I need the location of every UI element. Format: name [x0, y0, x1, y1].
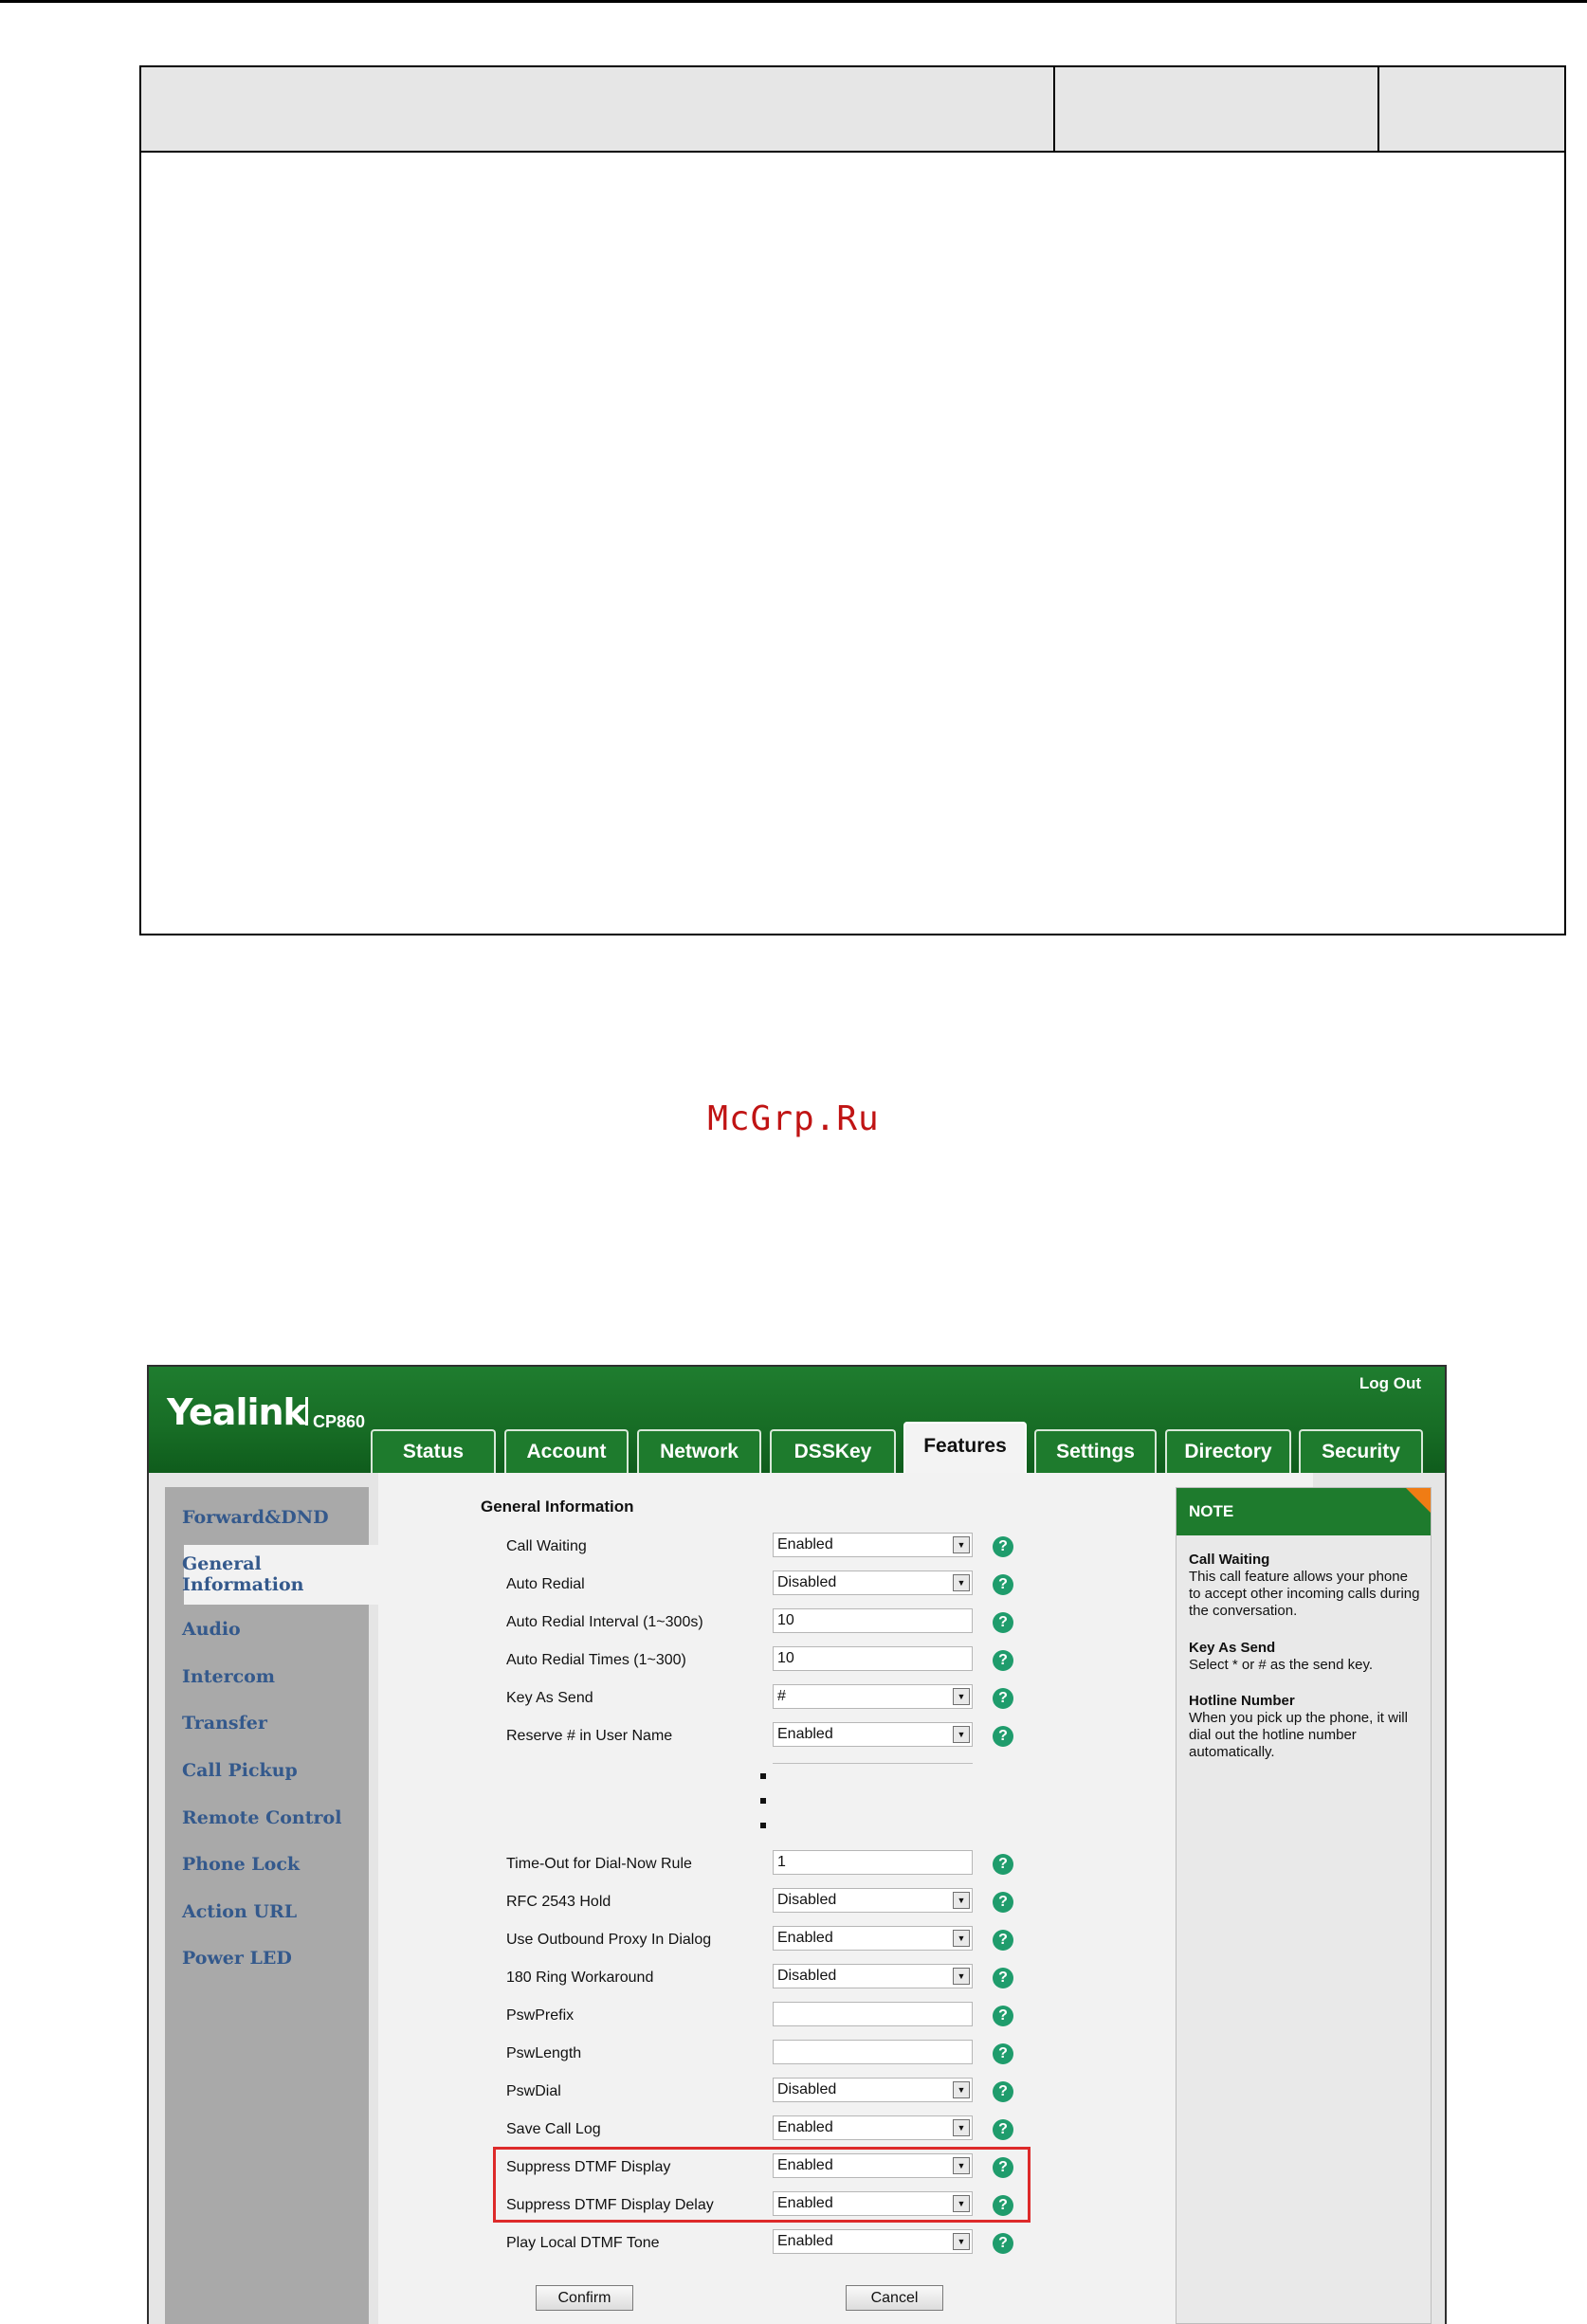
auto-redial-times-input[interactable]: 10 — [773, 1646, 973, 1671]
highlight-box — [493, 2147, 1031, 2223]
auto-redial-interval-input[interactable]: 10 — [773, 1608, 973, 1633]
note-block-text: Select * or # as the send key. — [1189, 1657, 1373, 1673]
table-header-row — [141, 67, 1564, 153]
setting-label: Time-Out for Dial-Now Rule — [506, 1856, 692, 1872]
dropdown-arrow-icon: ▼ — [953, 1930, 970, 1947]
dropdown-arrow-icon: ▼ — [953, 1726, 970, 1743]
section-title: General Information — [481, 1498, 634, 1516]
table-body — [141, 153, 1564, 934]
dropdown-arrow-icon: ▼ — [953, 2081, 970, 2098]
auto-redial-select[interactable]: Disabled ▼ — [773, 1571, 973, 1595]
note-block-title: Key As Send — [1189, 1640, 1276, 1656]
ellipsis-dot — [760, 1773, 766, 1779]
setting-label: Play Local DTMF Tone — [506, 2235, 660, 2251]
call-waiting-select[interactable]: Enabled ▼ — [773, 1533, 973, 1557]
note-block-text: When you pick up the phone, it will dial… — [1189, 1710, 1408, 1760]
tab-features[interactable]: Features — [903, 1422, 1027, 1475]
dropdown-arrow-icon: ▼ — [953, 1536, 970, 1553]
note-block-title: Hotline Number — [1189, 1693, 1295, 1709]
watermark: McGrp.Ru — [707, 1099, 880, 1138]
rfc2543-hold-select[interactable]: Disabled ▼ — [773, 1888, 973, 1913]
help-icon[interactable]: ? — [993, 2119, 1013, 2140]
help-icon[interactable]: ? — [993, 2233, 1013, 2254]
tab-status[interactable]: Status — [371, 1429, 496, 1473]
table-header-cell — [141, 67, 1055, 151]
ellipsis-dot — [760, 1798, 766, 1804]
help-icon[interactable]: ? — [993, 1892, 1013, 1913]
dropdown-arrow-icon: ▼ — [953, 1688, 970, 1705]
setting-label: Save Call Log — [506, 2121, 601, 2137]
confirm-button[interactable]: Confirm — [536, 2285, 633, 2311]
separator — [773, 1763, 973, 1764]
ring-workaround-select[interactable]: Disabled ▼ — [773, 1964, 973, 1988]
note-block: Key As Send Select * or # as the send ke… — [1189, 1640, 1421, 1674]
tab-account[interactable]: Account — [504, 1429, 629, 1473]
help-icon[interactable]: ? — [993, 1574, 1013, 1595]
setting-label: PswLength — [506, 2045, 582, 2061]
dropdown-arrow-icon: ▼ — [953, 2119, 970, 2136]
setting-label: Call Waiting — [506, 1538, 587, 1554]
help-icon[interactable]: ? — [993, 2043, 1013, 2064]
tab-security[interactable]: Security — [1299, 1429, 1423, 1473]
key-as-send-select[interactable]: # ▼ — [773, 1684, 973, 1709]
dropdown-arrow-icon: ▼ — [953, 1892, 970, 1909]
help-icon[interactable]: ? — [993, 1968, 1013, 1988]
help-icon[interactable]: ? — [993, 2081, 1013, 2102]
help-icon[interactable]: ? — [993, 1854, 1013, 1875]
cancel-button[interactable]: Cancel — [846, 2285, 943, 2311]
sidebar-item-call-pickup[interactable]: Call Pickup — [182, 1760, 298, 1781]
main-tabs: Status Account Network DSSKey Features S… — [149, 1367, 1445, 1475]
outbound-proxy-select[interactable]: Enabled ▼ — [773, 1926, 973, 1951]
help-icon[interactable]: ? — [993, 1536, 1013, 1557]
setting-label: Key As Send — [506, 1690, 593, 1706]
tab-directory[interactable]: Directory — [1165, 1429, 1291, 1473]
help-icon[interactable]: ? — [993, 1726, 1013, 1747]
psw-prefix-input[interactable] — [773, 2002, 973, 2026]
help-icon[interactable]: ? — [993, 1688, 1013, 1709]
help-icon[interactable]: ? — [993, 2006, 1013, 2026]
note-block: Call Waiting This call feature allows yo… — [1189, 1552, 1421, 1620]
tab-settings[interactable]: Settings — [1034, 1429, 1157, 1473]
dropdown-arrow-icon: ▼ — [953, 1574, 970, 1591]
sidebar-item-remote-control[interactable]: Remote Control — [182, 1807, 341, 1828]
setting-label: RFC 2543 Hold — [506, 1894, 611, 1910]
help-icon[interactable]: ? — [993, 1650, 1013, 1671]
setting-label: Use Outbound Proxy In Dialog — [506, 1932, 712, 1948]
tab-network[interactable]: Network — [637, 1429, 761, 1473]
setting-label: 180 Ring Workaround — [506, 1970, 654, 1986]
tab-dsskey[interactable]: DSSKey — [770, 1429, 896, 1473]
reserve-hash-select[interactable]: Enabled ▼ — [773, 1722, 973, 1747]
play-local-dtmf-select[interactable]: Enabled ▼ — [773, 2229, 973, 2254]
note-block-title: Call Waiting — [1189, 1552, 1270, 1568]
psw-dial-select[interactable]: Disabled ▼ — [773, 2078, 973, 2102]
note-heading: NOTE — [1177, 1488, 1431, 1535]
ellipsis-dot — [760, 1823, 766, 1828]
save-call-log-select[interactable]: Enabled ▼ — [773, 2115, 973, 2140]
page-top-rule — [0, 0, 1587, 3]
dropdown-arrow-icon: ▼ — [953, 2233, 970, 2250]
dropdown-arrow-icon: ▼ — [953, 1968, 970, 1985]
sidebar-item-forward-dnd[interactable]: Forward&DND — [182, 1507, 329, 1528]
note-panel: NOTE Call Waiting This call feature allo… — [1176, 1487, 1432, 2324]
setting-label: Auto Redial Times (1~300) — [506, 1652, 686, 1668]
note-corner-icon — [1406, 1488, 1431, 1513]
dial-now-timeout-input[interactable]: 1 — [773, 1850, 973, 1875]
setting-label: PswPrefix — [506, 2007, 575, 2024]
note-block-text: This call feature allows your phone to a… — [1189, 1569, 1420, 1619]
table-header-cell — [1055, 67, 1379, 151]
note-block: Hotline Number When you pick up the phon… — [1189, 1693, 1421, 1761]
help-icon[interactable]: ? — [993, 1612, 1013, 1633]
setting-label: Reserve # in User Name — [506, 1728, 673, 1744]
psw-length-input[interactable] — [773, 2040, 973, 2064]
document-table — [139, 65, 1566, 935]
setting-label: Auto Redial — [506, 1576, 585, 1592]
setting-label: Auto Redial Interval (1~300s) — [506, 1614, 703, 1630]
phone-web-ui-screenshot: Yealink CP860 Log Out Status Account Net… — [147, 1365, 1447, 2324]
help-icon[interactable]: ? — [993, 1930, 1013, 1951]
setting-label: PswDial — [506, 2083, 561, 2099]
